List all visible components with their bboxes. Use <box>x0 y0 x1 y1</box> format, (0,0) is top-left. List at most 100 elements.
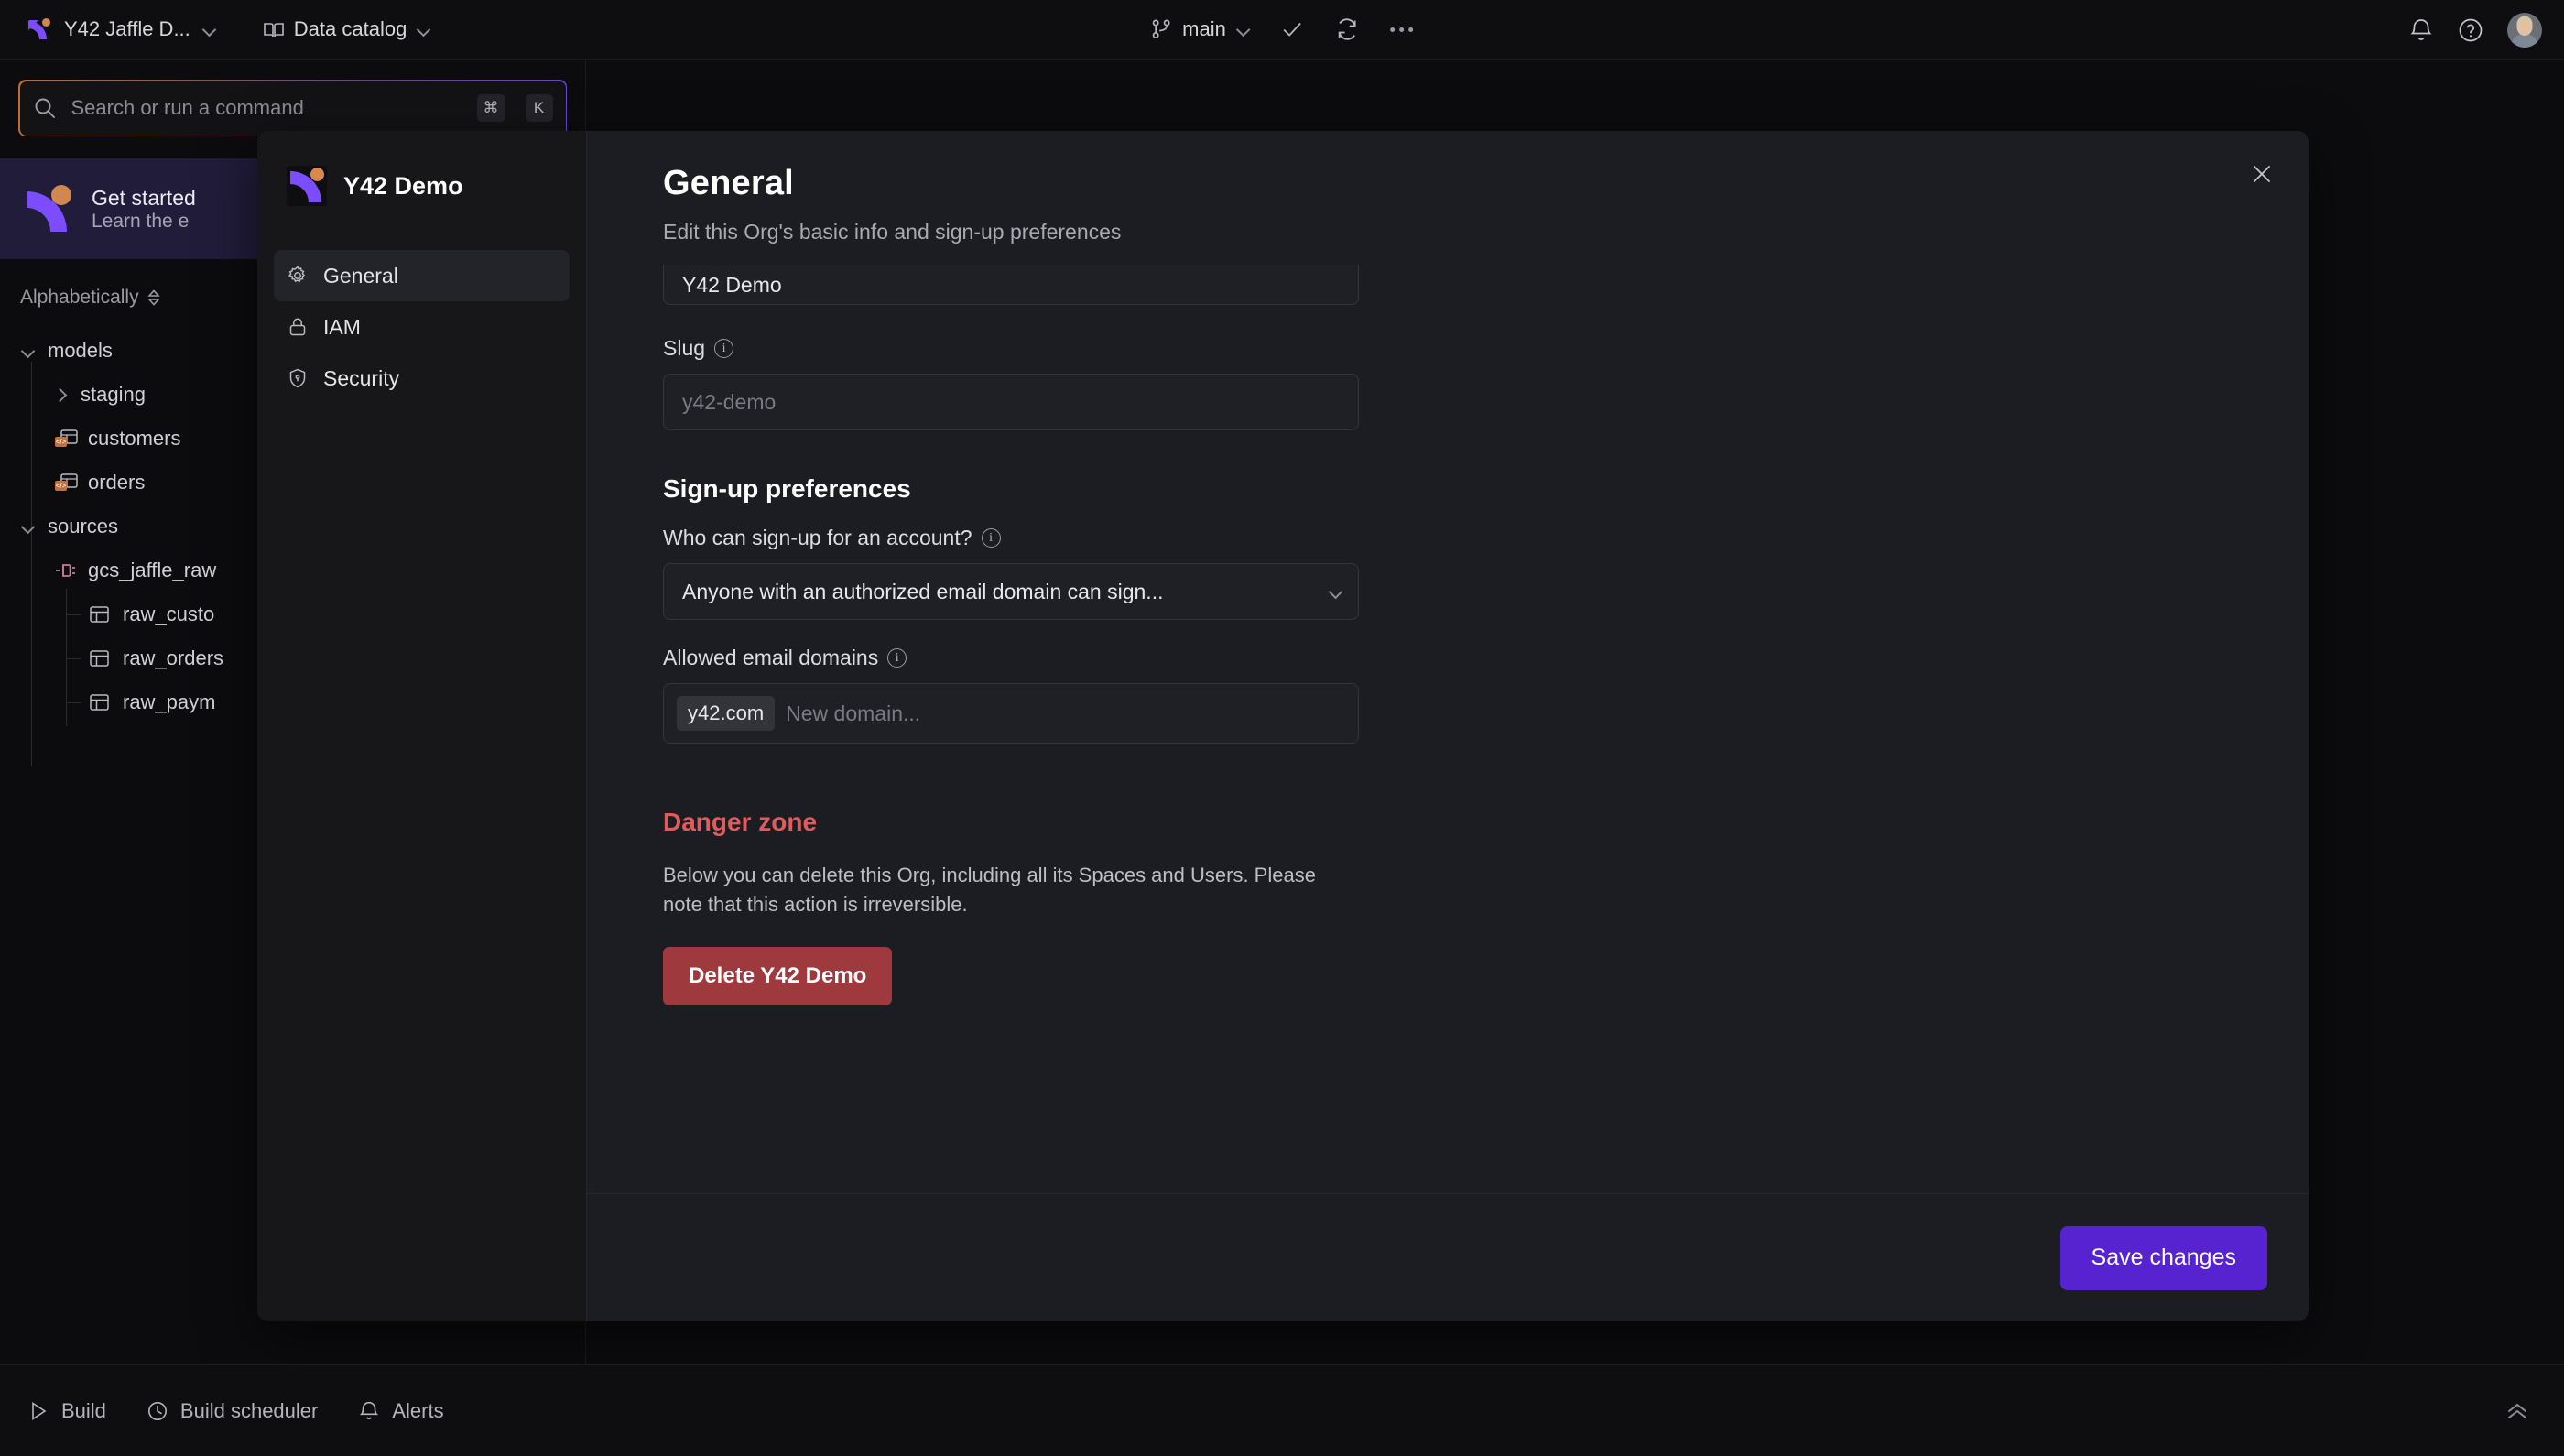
slug-field-group: Slug i y42-demo <box>663 336 2309 430</box>
notifications-button[interactable] <box>2408 16 2434 43</box>
tree-item-label: sources <box>48 515 119 538</box>
signup-who-label: Who can sign-up for an account? <box>663 526 972 549</box>
chevron-down-icon <box>1330 586 1342 598</box>
slug-label: Slug <box>663 336 706 360</box>
page-subtitle: Edit this Org's basic info and sign-up p… <box>663 220 1122 244</box>
signup-section-title: Sign-up preferences <box>663 474 911 503</box>
get-started-title: Get started <box>92 185 196 210</box>
modal-org-header: Y42 Demo <box>274 166 570 206</box>
slug-label-row: Slug i <box>663 336 2309 361</box>
book-icon <box>263 21 284 38</box>
org-name-field[interactable]: Y42 Demo <box>663 265 1359 305</box>
alerts-button[interactable]: Alerts <box>358 1398 444 1423</box>
y42-logo-icon <box>287 166 327 206</box>
build-scheduler-label: Build scheduler <box>179 1398 319 1422</box>
chevrons-up-icon <box>2504 1399 2531 1423</box>
alerts-label: Alerts <box>392 1398 444 1422</box>
data-catalog-menu[interactable]: Data catalog <box>263 17 430 41</box>
chevron-down-icon[interactable] <box>20 342 37 359</box>
svg-text:</>: </> <box>56 482 67 490</box>
top-bar-left: Y42 Jaffle D... Data catalog <box>27 17 429 41</box>
sort-updown-icon <box>146 288 162 308</box>
modal-nav-list: General IAM Security <box>274 250 570 404</box>
tree-item-label: raw_orders <box>123 647 224 669</box>
org-name-value: Y42 Demo <box>682 273 782 297</box>
modal-nav-item-general[interactable]: General <box>274 250 570 301</box>
chevron-down-icon[interactable] <box>20 518 37 535</box>
modal-nav-item-security[interactable]: Security <box>274 353 570 404</box>
close-icon[interactable] <box>2241 153 2283 195</box>
modal-org-title: Y42 Demo <box>343 171 463 200</box>
shield-icon <box>287 367 309 389</box>
model-icon: </> <box>53 429 78 449</box>
collapse-panel-button[interactable] <box>2504 1399 2531 1423</box>
data-catalog-label: Data catalog <box>293 17 407 40</box>
search-input[interactable]: Search or run a command ⌘ K <box>19 81 566 136</box>
more-horizontal-icon <box>1389 27 1413 32</box>
tree-item-label: staging <box>81 383 146 406</box>
build-button[interactable]: Build <box>27 1399 106 1423</box>
sort-order-label: Alphabetically <box>20 287 139 308</box>
user-avatar[interactable] <box>2507 12 2542 48</box>
allowed-domains-group: Allowed email domains i y42.com New doma… <box>663 646 2309 744</box>
tree-item-label: orders <box>88 471 146 494</box>
new-domain-placeholder: New domain... <box>786 701 921 725</box>
allowed-domains-field[interactable]: y42.com New domain... <box>663 683 1359 744</box>
table-icon <box>88 692 112 712</box>
slug-field[interactable]: y42-demo <box>663 374 1359 430</box>
top-bar-center: main <box>1151 17 1413 41</box>
org-settings-modal: Y42 Demo General IAM Security General Ed… <box>257 131 2309 1321</box>
signup-who-select[interactable]: Anyone with an authorized email domain c… <box>663 563 1359 620</box>
modal-nav-label: General <box>323 263 398 288</box>
modal-nav-item-iam[interactable]: IAM <box>274 301 570 353</box>
shortcut-key: K <box>525 94 553 122</box>
delete-org-button[interactable]: Delete Y42 Demo <box>663 946 893 1005</box>
tree-item-label: raw_custo <box>123 603 215 625</box>
branch-selector[interactable]: main <box>1151 17 1249 41</box>
table-icon <box>88 648 112 668</box>
tree-item-label: customers <box>88 427 181 450</box>
bell-icon <box>358 1399 380 1422</box>
tree-item-label: models <box>48 339 113 362</box>
domain-chip[interactable]: y42.com <box>677 696 776 731</box>
help-button[interactable] <box>2458 17 2483 43</box>
command-search-wrapper: Search or run a command ⌘ K <box>18 80 567 136</box>
signup-who-group: Who can sign-up for an account? i Anyone… <box>663 526 2309 620</box>
lock-icon <box>287 316 309 338</box>
bottom-status-bar: Build Build scheduler Alerts <box>0 1364 2564 1456</box>
signup-who-value: Anyone with an authorized email domain c… <box>682 579 1164 603</box>
chevron-down-icon[interactable] <box>203 24 215 36</box>
refresh-icon[interactable] <box>1335 17 1359 41</box>
build-label: Build <box>61 1398 106 1422</box>
branch-name: main <box>1182 17 1226 40</box>
shortcut-modifier-key: ⌘ <box>476 94 505 122</box>
org-switcher[interactable]: Y42 Jaffle D... <box>27 17 215 41</box>
gear-icon <box>287 265 309 287</box>
tree-item-label: gcs_jaffle_raw <box>88 559 217 581</box>
allowed-domains-label: Allowed email domains <box>663 646 879 669</box>
top-bar-right <box>2408 0 2542 60</box>
info-icon[interactable]: i <box>887 648 907 668</box>
more-options-button[interactable] <box>1389 27 1413 32</box>
y42-logo-icon <box>24 183 75 234</box>
page-title: General <box>663 164 794 202</box>
slug-placeholder: y42-demo <box>682 389 777 414</box>
modal-scroll-area[interactable]: General Edit this Org's basic info and s… <box>587 131 2309 1193</box>
table-icon <box>88 604 112 625</box>
info-icon[interactable]: i <box>714 339 734 358</box>
allowed-domains-label-row: Allowed email domains i <box>663 646 2309 670</box>
commit-check-button[interactable] <box>1280 17 1304 41</box>
model-icon: </> <box>53 473 78 493</box>
modal-nav-label: Security <box>323 365 400 390</box>
y42-logo-icon <box>27 17 51 41</box>
build-scheduler-button[interactable]: Build scheduler <box>147 1399 318 1423</box>
signup-who-label-row: Who can sign-up for an account? i <box>663 526 2309 550</box>
chevron-down-icon[interactable] <box>1237 24 1249 36</box>
play-icon <box>27 1400 49 1422</box>
chevron-right-icon[interactable] <box>53 386 70 403</box>
chevron-down-icon[interactable] <box>418 24 429 36</box>
org-switcher-label: Y42 Jaffle D... <box>64 17 190 40</box>
save-changes-button[interactable]: Save changes <box>2059 1225 2267 1290</box>
info-icon[interactable]: i <box>981 528 1001 548</box>
modal-content: General Edit this Org's basic info and s… <box>587 131 2309 1321</box>
